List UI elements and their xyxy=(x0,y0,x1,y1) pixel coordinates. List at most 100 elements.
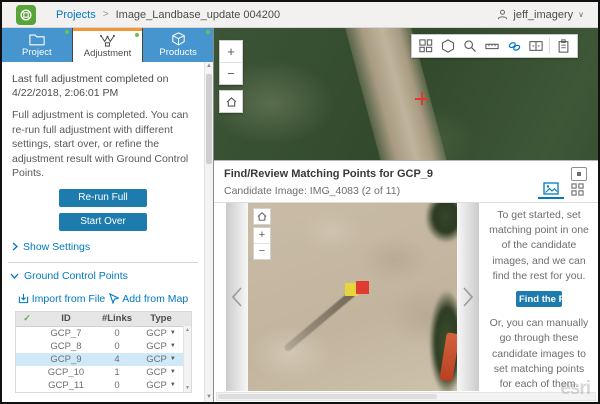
add-from-map-label: Add from Map xyxy=(122,293,188,305)
find-the-rest-button[interactable]: Find the Rest xyxy=(516,291,562,307)
user-name: jeff_imagery xyxy=(513,9,573,21)
user-menu[interactable]: jeff_imagery ∨ xyxy=(497,9,584,21)
basemap-icon[interactable] xyxy=(437,36,459,56)
gcp-table-body: GCP_7 0 GCP▼ GCP_8 0 GCP▼ GCP_9 4 GCP▼ G… xyxy=(16,327,191,392)
tab-products[interactable]: Products xyxy=(143,28,213,62)
adjustment-pane: Last full adjustment completed on 4/22/2… xyxy=(2,62,204,402)
scrollbar-thumb[interactable] xyxy=(218,394,437,399)
gcp-links-icon[interactable] xyxy=(503,36,525,56)
image-home-button[interactable] xyxy=(253,208,271,225)
image-zoom-in-button[interactable]: + xyxy=(254,228,270,243)
instructions-column: To get started, set matching point in on… xyxy=(480,203,598,391)
chevron-down-icon: ∨ xyxy=(578,10,584,19)
type-dropdown-icon[interactable]: ▼ xyxy=(170,382,176,388)
last-adjustment-status: Last full adjustment completed on 4/22/2… xyxy=(12,72,194,100)
col-type: Type xyxy=(140,313,182,324)
scroll-down-icon[interactable]: ▼ xyxy=(205,393,213,402)
rerun-full-button[interactable]: Re-run Full xyxy=(59,189,147,207)
scroll-up-icon[interactable]: ▲ xyxy=(205,62,213,71)
type-dropdown-icon[interactable]: ▼ xyxy=(170,369,176,375)
gcp-links-cell: 0 xyxy=(94,328,140,339)
cube-icon xyxy=(171,32,186,46)
type-dropdown-icon[interactable]: ▼ xyxy=(170,343,176,349)
gcp-marker-red-cross[interactable] xyxy=(415,92,428,105)
previous-image-button[interactable] xyxy=(226,203,248,391)
type-dropdown-icon[interactable]: ▼ xyxy=(170,330,176,336)
map-view[interactable]: + − xyxy=(214,28,598,402)
gcp-type-cell: GCP▼ xyxy=(140,380,182,391)
gcp-table-scrollbar[interactable]: ▲ ▼ xyxy=(183,326,191,392)
gcp-id-cell: GCP_10 xyxy=(38,367,94,378)
breadcrumb: Projects > Image_Landbase_update 004200 xyxy=(56,9,280,21)
type-dropdown-icon[interactable]: ▼ xyxy=(170,356,176,362)
section-divider xyxy=(8,262,198,263)
gcp-id-cell: GCP_9 xyxy=(38,354,94,365)
home-extent-button[interactable] xyxy=(219,90,243,113)
esri-watermark: esri xyxy=(560,378,590,400)
tab-bar: Project Adjustment Products xyxy=(2,28,213,62)
cursor-icon xyxy=(109,293,119,304)
chevron-right-icon xyxy=(12,242,18,251)
search-icon[interactable] xyxy=(459,36,481,56)
import-from-file-link[interactable]: Import from File xyxy=(18,293,106,305)
clipboard-icon[interactable] xyxy=(552,36,574,56)
start-over-button[interactable]: Start Over xyxy=(59,213,147,231)
gcp-type-cell: GCP▼ xyxy=(140,354,182,365)
instruction-start-text: To get started, set matching point in on… xyxy=(489,208,589,284)
candidate-viewer: + − To get started, set matching point i… xyxy=(214,203,598,391)
candidate-image[interactable]: + − xyxy=(248,203,457,391)
gcp-links-cell: 4 xyxy=(94,354,140,365)
vegetation-patch xyxy=(425,203,457,243)
gcp-type-cell: GCP▼ xyxy=(140,328,182,339)
esri-app-logo-icon[interactable] xyxy=(16,5,36,25)
breadcrumb-projects-link[interactable]: Projects xyxy=(56,9,96,21)
app-window: Projects > Image_Landbase_update 004200 … xyxy=(0,0,600,404)
tab-adjustment-label: Adjustment xyxy=(84,48,132,59)
zoom-in-button[interactable]: + xyxy=(220,41,242,62)
folder-icon xyxy=(29,33,45,46)
gcp-id-cell: GCP_8 xyxy=(38,341,94,352)
gcp-table-row[interactable]: GCP_9 4 GCP▼ xyxy=(16,353,191,366)
gcp-table-row[interactable]: GCP_7 0 GCP▼ xyxy=(16,327,191,340)
top-bar: Projects > Image_Landbase_update 004200 … xyxy=(2,2,598,28)
person-icon xyxy=(497,9,508,20)
swipe-icon[interactable] xyxy=(525,36,547,56)
add-from-map-link[interactable]: Add from Map xyxy=(109,293,188,305)
grid-view-icon[interactable] xyxy=(564,180,590,199)
scrollbar-thumb[interactable] xyxy=(206,74,212,164)
scroll-down-icon[interactable]: ▼ xyxy=(184,384,191,392)
gcp-table-row[interactable]: GCP_11 0 GCP▼ xyxy=(16,379,191,392)
chevron-right-icon xyxy=(462,286,474,308)
checkmark-icon: ✓ xyxy=(16,313,38,324)
tab-status-dot xyxy=(135,33,139,37)
show-settings-toggle[interactable]: Show Settings xyxy=(12,241,204,253)
tab-products-label: Products xyxy=(159,47,197,58)
body: Project Adjustment Products Last full ad… xyxy=(2,28,598,402)
left-panel-scrollbar[interactable]: ▲ ▼ xyxy=(204,62,213,402)
gcp-section-toggle[interactable]: Ground Control Points xyxy=(10,270,204,282)
import-icon xyxy=(18,293,29,304)
tab-project[interactable]: Project xyxy=(2,28,72,62)
matching-point-red-cross[interactable] xyxy=(356,281,369,294)
candidate-image-label: Candidate Image: IMG_4083 (2 of 11) xyxy=(224,185,400,197)
gcp-table-row[interactable]: GCP_8 0 GCP▼ xyxy=(16,340,191,353)
scroll-up-icon[interactable]: ▲ xyxy=(184,326,191,334)
layout-grid-icon[interactable] xyxy=(415,36,437,56)
toolbar-separator xyxy=(549,38,550,54)
expand-panel-button[interactable] xyxy=(571,167,587,181)
panel-horizontal-scrollbar[interactable] xyxy=(216,392,596,401)
col-id: ID xyxy=(38,313,94,324)
breadcrumb-separator: > xyxy=(103,9,109,20)
image-zoom-out-button[interactable]: − xyxy=(254,244,270,259)
show-settings-label: Show Settings xyxy=(23,241,90,253)
measure-icon[interactable] xyxy=(481,36,503,56)
gcp-section-label: Ground Control Points xyxy=(24,270,128,282)
image-view-icon[interactable] xyxy=(538,180,564,199)
home-icon xyxy=(226,97,237,107)
tab-adjustment[interactable]: Adjustment xyxy=(73,28,143,62)
zoom-out-button[interactable]: − xyxy=(220,63,242,84)
gcp-table-row[interactable]: GCP_10 1 GCP▼ xyxy=(16,366,191,379)
left-panel: Project Adjustment Products Last full ad… xyxy=(2,28,214,402)
import-from-file-label: Import from File xyxy=(32,293,106,305)
next-image-button[interactable] xyxy=(457,203,479,391)
